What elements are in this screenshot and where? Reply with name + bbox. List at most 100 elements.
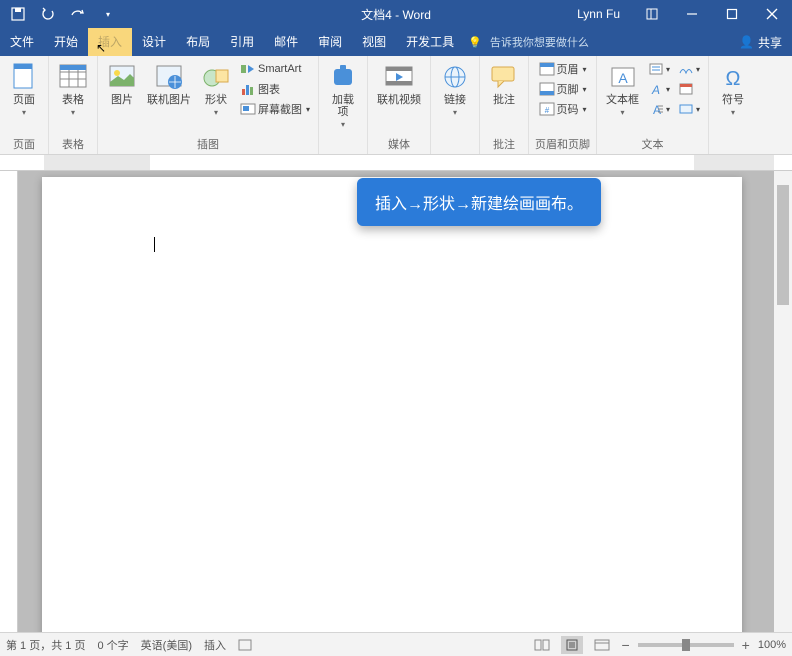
chevron-down-icon: ▾ [621, 108, 625, 117]
parts-icon [648, 61, 664, 77]
chart-button[interactable]: 图表 [238, 80, 312, 98]
zoom-level[interactable]: 100% [758, 639, 786, 651]
textbox-button[interactable]: A 文本框 ▾ [603, 60, 642, 119]
svg-text:Ω: Ω [726, 68, 741, 90]
symbol-button[interactable]: Ω 符号 ▾ [715, 60, 751, 119]
tab-review[interactable]: 审阅 [308, 28, 352, 56]
symbol-icon: Ω [718, 62, 748, 92]
chevron-down-icon: ▾ [71, 108, 75, 117]
online-picture-icon [154, 62, 184, 92]
tab-developer[interactable]: 开发工具 [396, 28, 464, 56]
zoom-out-button[interactable]: − [621, 637, 629, 653]
signature-button[interactable]: ▾ [676, 60, 702, 78]
insert-mode[interactable]: 插入 [204, 637, 226, 653]
comment-button[interactable]: 批注 [486, 60, 522, 108]
online-picture-button[interactable]: 联机图片 [144, 60, 194, 108]
object-button[interactable]: ▾ [676, 100, 702, 118]
picture-button[interactable]: 图片 [104, 60, 140, 108]
language-indicator[interactable]: 英语(美国) [141, 637, 192, 653]
save-icon[interactable] [10, 6, 26, 22]
tab-file[interactable]: 文件 [0, 28, 44, 56]
horizontal-ruler[interactable] [0, 155, 792, 171]
svg-text:A: A [618, 70, 628, 86]
header-button[interactable]: 页眉▾ [537, 60, 589, 78]
tab-home[interactable]: 开始 [44, 28, 88, 56]
header-icon [539, 61, 555, 77]
page[interactable] [42, 177, 742, 632]
smartart-button[interactable]: SmartArt [238, 60, 312, 78]
web-view-button[interactable] [591, 636, 613, 654]
comment-icon [489, 62, 519, 92]
word-count[interactable]: 0 个字 [97, 637, 128, 653]
maximize-button[interactable] [712, 0, 752, 28]
readmode-view-button[interactable] [531, 636, 553, 654]
print-view-button[interactable] [561, 636, 583, 654]
tell-me-input[interactable]: 告诉我你想要做什么 [490, 34, 589, 50]
chevron-down-icon: ▾ [22, 108, 26, 117]
document-canvas[interactable] [18, 171, 774, 632]
object-icon [678, 101, 694, 117]
tab-mail[interactable]: 邮件 [264, 28, 308, 56]
dropcap-icon: A [648, 101, 664, 117]
user-name[interactable]: Lynn Fu [565, 7, 632, 21]
tab-insert[interactable]: 插入↖ [88, 28, 132, 56]
shapes-icon [201, 62, 231, 92]
page-indicator[interactable]: 第 1 页，共 1 页 [6, 637, 85, 653]
datetime-icon [678, 81, 694, 97]
dropcap-button[interactable]: A▾ [646, 100, 672, 118]
minimize-button[interactable] [672, 0, 712, 28]
text-cursor [154, 237, 155, 252]
pages-button[interactable]: 页面 ▾ [6, 60, 42, 119]
table-button[interactable]: 表格 ▾ [55, 60, 91, 119]
video-icon [384, 62, 414, 92]
page-icon [9, 62, 39, 92]
signature-icon [678, 61, 694, 77]
zoom-knob[interactable] [682, 639, 690, 651]
quickparts-button[interactable]: ▾ [646, 60, 672, 78]
wordart-icon: A [648, 81, 664, 97]
tab-view[interactable]: 视图 [352, 28, 396, 56]
footer-icon [539, 81, 555, 97]
screenshot-icon [240, 101, 256, 117]
redo-icon[interactable] [70, 6, 86, 22]
instruction-callout: 插入→形状→新建绘画画布。 [357, 178, 601, 226]
svg-text:A: A [651, 83, 660, 96]
link-icon [440, 62, 470, 92]
shapes-button[interactable]: 形状 ▾ [198, 60, 234, 119]
macro-icon[interactable] [238, 639, 252, 651]
share-button[interactable]: 👤共享 [729, 34, 792, 51]
footer-button[interactable]: 页脚▾ [537, 80, 589, 98]
tab-layout[interactable]: 布局 [176, 28, 220, 56]
online-video-button[interactable]: 联机视频 [374, 60, 424, 108]
tab-design[interactable]: 设计 [132, 28, 176, 56]
picture-icon [107, 62, 137, 92]
addins-button[interactable]: 加载 项 ▾ [325, 60, 361, 131]
smartart-icon [240, 61, 256, 77]
scrollbar-thumb[interactable] [777, 185, 789, 305]
close-button[interactable] [752, 0, 792, 28]
addins-icon [328, 62, 358, 92]
zoom-slider[interactable] [638, 643, 734, 647]
vertical-scrollbar[interactable] [774, 171, 792, 632]
screenshot-button[interactable]: 屏幕截图▾ [238, 100, 312, 118]
share-icon: 👤 [739, 35, 754, 49]
document-title: 文档4 - Word [361, 6, 431, 23]
chevron-down-icon: ▾ [214, 108, 218, 117]
tab-references[interactable]: 引用 [220, 28, 264, 56]
pagenum-button[interactable]: #页码▾ [537, 100, 589, 118]
link-button[interactable]: 链接 ▾ [437, 60, 473, 119]
zoom-in-button[interactable]: + [742, 637, 750, 653]
bulb-icon: 💡 [468, 36, 482, 49]
ribbon-options-icon[interactable] [632, 0, 672, 28]
undo-icon[interactable] [40, 6, 56, 22]
chevron-down-icon: ▾ [341, 120, 345, 129]
wordart-button[interactable]: A▾ [646, 80, 672, 98]
pagenum-icon: # [539, 101, 555, 117]
textbox-icon: A [608, 62, 638, 92]
qat-dropdown-icon[interactable]: ▾ [100, 6, 116, 22]
vertical-ruler[interactable] [0, 171, 18, 632]
datetime-button[interactable] [676, 80, 702, 98]
chevron-down-icon: ▾ [453, 108, 457, 117]
cursor-icon: ↖ [96, 34, 106, 62]
chart-icon [240, 81, 256, 97]
